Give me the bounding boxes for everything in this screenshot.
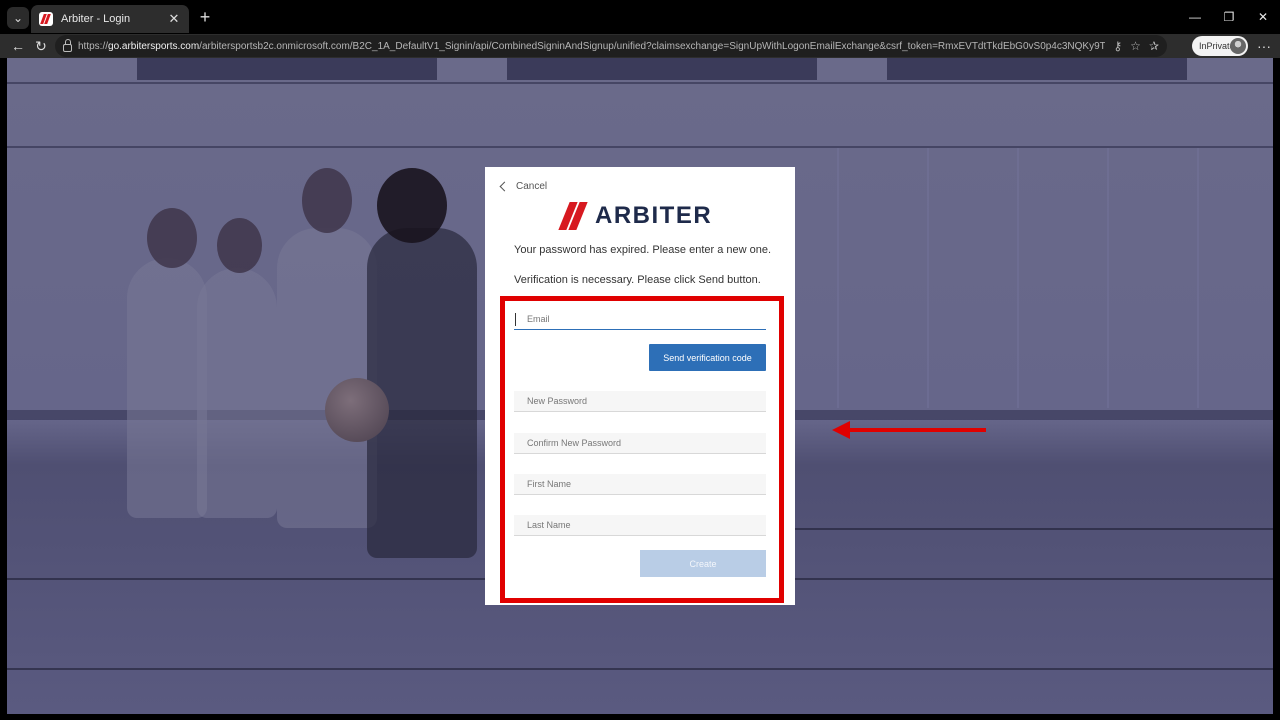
new-tab-button[interactable]: + [196,8,214,26]
minimize-button[interactable]: — [1178,0,1212,34]
close-window-button[interactable]: ✕ [1246,0,1280,34]
browser-title-bar: ⌄ Arbiter - Login ✕ + — ❐ ✕ [0,0,1280,34]
browser-toolbar: ← ↻ https://go.arbitersports.com/arbiter… [0,34,1280,58]
arbiter-logo-icon [558,202,589,230]
basketball [325,378,389,442]
browser-tab[interactable]: Arbiter - Login ✕ [31,5,189,33]
players-photo [107,158,507,678]
favorite-star-icon[interactable]: ☆ [1130,39,1141,53]
arbiter-logo: ARBITER [558,202,713,230]
more-options-icon[interactable]: ··· [1254,36,1274,56]
avatar [1230,38,1246,54]
chevron-left-icon [499,181,510,192]
favorites-list-icon[interactable]: ✰ [1149,39,1159,53]
window-controls: — ❐ ✕ [1178,0,1280,34]
verification-message: Verification is necessary. Please click … [514,274,761,286]
address-bar[interactable]: https://go.arbitersports.com/arbiterspor… [55,35,1167,57]
logo-text: ARBITER [595,202,713,229]
refresh-button[interactable]: ↻ [31,36,51,56]
cancel-label: Cancel [516,181,548,192]
lock-icon [63,38,72,52]
cancel-link[interactable]: Cancel [499,181,548,192]
inprivate-badge[interactable]: InPrivate [1192,36,1248,56]
annotation-highlight-box [500,296,784,603]
refresh-icon: ↻ [35,37,47,54]
tab-title: Arbiter - Login [61,13,131,25]
url-text: https://go.arbitersports.com/arbiterspor… [78,40,1106,52]
arrow-left-icon [832,421,850,439]
key-icon[interactable]: ⚷ [1113,39,1122,53]
password-expired-message: Your password has expired. Please enter … [514,244,772,256]
arbiter-favicon-icon [39,12,53,26]
maximize-button[interactable]: ❐ [1212,0,1246,34]
annotation-arrow [848,428,986,432]
arrow-left-icon: ← [11,38,25,54]
back-button[interactable]: ← [8,36,28,56]
chevron-down-icon: ⌄ [12,11,24,25]
tab-close-icon[interactable]: ✕ [167,11,181,27]
tab-actions-menu[interactable]: ⌄ [7,7,29,29]
